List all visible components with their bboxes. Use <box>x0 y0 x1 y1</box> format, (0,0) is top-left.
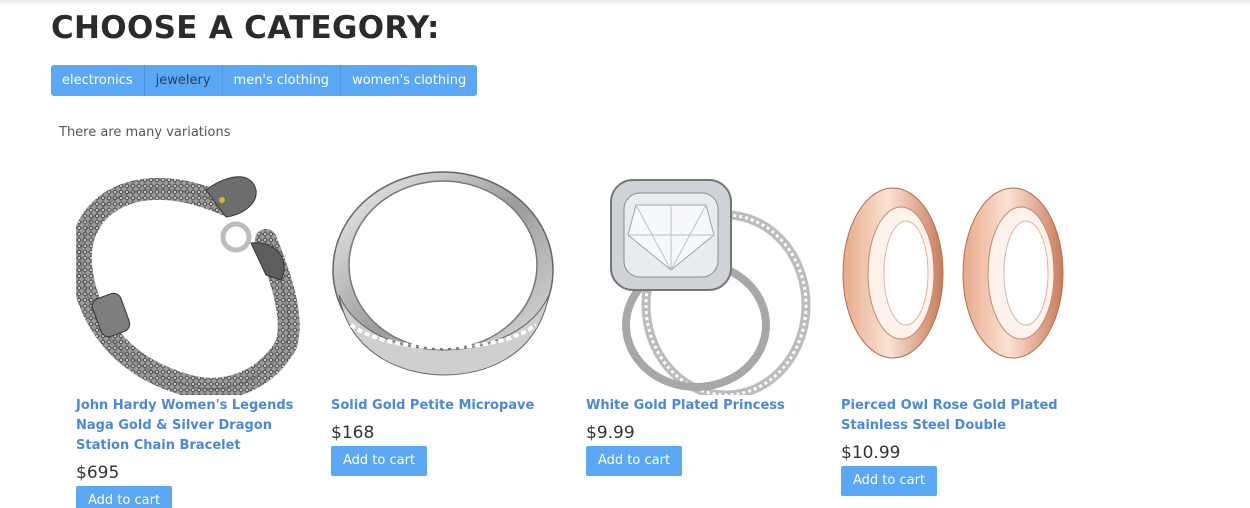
intro-text: There are many variations <box>59 125 231 140</box>
product-price: $10.99 <box>841 443 901 463</box>
top-bar-shadow <box>0 0 1250 6</box>
product-title-link[interactable]: John Hardy Women's Legends Naga Gold & S… <box>76 396 326 456</box>
product-title-link[interactable]: Pierced Owl Rose Gold Plated Stainless S… <box>841 396 1091 436</box>
category-jewelery-button[interactable]: jewelery <box>144 65 223 96</box>
page-title: CHOOSE A CATEGORY: <box>51 10 440 46</box>
rose-gold-tunnels-image[interactable] <box>841 165 1081 395</box>
product-card: John Hardy Women's Legends Naga Gold & S… <box>76 165 326 508</box>
category-mens-clothing-button[interactable]: men's clothing <box>222 65 342 96</box>
product-card: Solid Gold Petite Micropave $168 Add to … <box>331 165 581 476</box>
product-title-link[interactable]: White Gold Plated Princess <box>586 396 836 416</box>
diamond-ring-set-image[interactable] <box>586 165 826 395</box>
product-title-link[interactable]: Solid Gold Petite Micropave <box>331 396 581 416</box>
product-card: Pierced Owl Rose Gold Plated Stainless S… <box>841 165 1091 496</box>
add-to-cart-button[interactable]: Add to cart <box>76 486 173 508</box>
dragon-chain-bracelet-image[interactable] <box>76 165 316 395</box>
category-electronics-button[interactable]: electronics <box>51 65 145 96</box>
category-button-group: electronics jewelery men's clothing wome… <box>51 65 478 96</box>
silver-band-ring-image[interactable] <box>331 165 571 395</box>
product-card: White Gold Plated Princess $9.99 Add to … <box>586 165 836 476</box>
product-price: $168 <box>331 423 375 443</box>
add-to-cart-button[interactable]: Add to cart <box>586 446 683 476</box>
add-to-cart-button[interactable]: Add to cart <box>841 466 938 496</box>
product-price: $695 <box>76 463 120 483</box>
add-to-cart-button[interactable]: Add to cart <box>331 446 428 476</box>
category-womens-clothing-button[interactable]: women's clothing <box>341 65 478 96</box>
product-price: $9.99 <box>586 423 635 443</box>
